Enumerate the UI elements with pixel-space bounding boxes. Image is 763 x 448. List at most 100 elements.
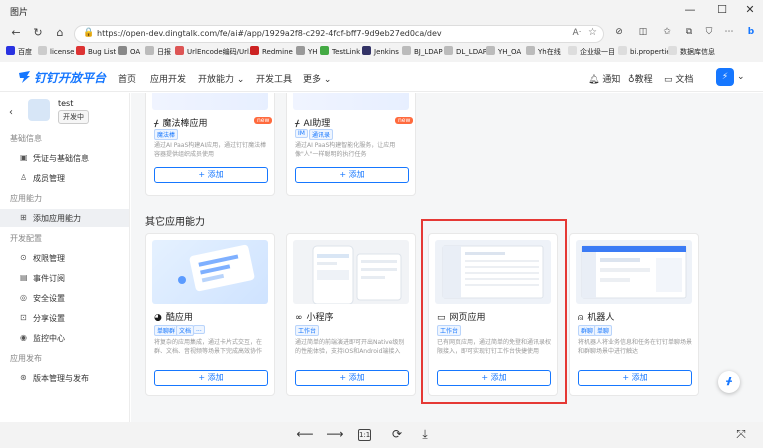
card-tag: 单聊群 (154, 325, 179, 336)
nav-app-dev[interactable]: 应用开发 (150, 72, 186, 85)
nav-dev-tools[interactable]: 开发工具 (256, 72, 292, 85)
add-button[interactable]: + 添加 (295, 370, 409, 386)
bookmark-item[interactable]: 企业级一目 (568, 46, 615, 57)
capability-card-mini-program[interactable]: ∞ 小程序 工作台 通过简单的前端演进即可开出Native级别的性能体验，支持iO… (286, 233, 416, 396)
url-text: https://open-dev.dingtalk.com/fe/ai#/app… (97, 29, 442, 38)
card-thumbnail (152, 240, 268, 304)
bookmark-item[interactable]: UrlEncode编码/Url... (175, 46, 256, 57)
refresh-icon[interactable]: ↻ (30, 26, 46, 42)
previous-icon[interactable]: ⟵ (296, 427, 314, 443)
card-description: 将机器人将业务信息和任务在钉钉单聊场景和群聊场景中进行触达 (578, 339, 693, 355)
add-button[interactable]: + 添加 (154, 370, 268, 386)
card-description: 通过AI PaaS构建智能化服务，让应用像"人"一样聪明的执行任务 (295, 142, 396, 158)
bookmark-item[interactable]: BJ_LDAP (402, 46, 443, 56)
bookmark-item[interactable]: OA (118, 46, 140, 56)
bookmark-item[interactable]: Yh在线 (526, 46, 561, 57)
dingtalk-logo-icon (19, 71, 30, 83)
section-title: 其它应用能力 (145, 217, 205, 228)
sidebar-item-events[interactable]: ▤ 事件订阅 (0, 269, 129, 287)
add-button[interactable]: + 添加 (295, 167, 409, 183)
back-icon[interactable]: ← (8, 26, 24, 42)
bookmark-item[interactable]: Bug List (76, 46, 116, 56)
dingtalk-logo[interactable]: 钉钉开放平台 (18, 69, 106, 86)
card-title: ᚋ 魔法棒应用 (154, 119, 208, 129)
cool-app-illustration (178, 244, 255, 292)
nav-home[interactable]: 首页 (118, 72, 136, 85)
highlight-annotation-box (421, 219, 567, 404)
robot-illustration (581, 245, 687, 299)
sidebar-item-add-capability[interactable]: ⊞ 添加应用能力 (0, 209, 129, 227)
event-icon: ▤ (20, 273, 28, 282)
add-button[interactable]: + 添加 (578, 370, 692, 386)
bookmark-item[interactable]: YH_OA (486, 46, 521, 56)
shield-icon: ◎ (20, 293, 27, 302)
card-title: ∞ 小程序 (295, 313, 334, 323)
bookmark-item[interactable]: YH (296, 46, 318, 56)
sidebar-item-members[interactable]: ♙ 成员管理 (0, 169, 129, 187)
docs-link[interactable]: ▭ 文档 (664, 72, 693, 85)
capability-card-ai-assistant[interactable]: ᚋ AI助理 new IM 通讯录 通过AI PaaS构建智能化服务，让应用像"人… (286, 93, 416, 196)
bookmark-item[interactable]: Redmine (250, 46, 293, 56)
doc-icon: ▭ (664, 75, 673, 85)
sidebar-item-monitor[interactable]: ◉ 监控中心 (0, 329, 129, 347)
close-button[interactable]: ✕ (740, 3, 760, 19)
app-page: 钉钉开放平台 首页 应用开发 开放能力 ⌄ 开发工具 更多 ⌄ 🔔︎ 通知 ♁教… (0, 62, 763, 422)
maximize-button[interactable]: ☐ (712, 3, 732, 19)
ai-assistant-float-button[interactable]: ᚋ (718, 371, 740, 393)
sidebar-item-credentials[interactable]: ▣ 凭证与基础信息 (0, 149, 129, 167)
user-avatar-button[interactable]: ⚡︎ (716, 68, 734, 86)
capability-card-robot[interactable]: ⍝ 机器人 群聊 单聊 将机器人将业务信息和任务在钉钉单聊场景和群聊场景中进行触达… (569, 233, 699, 396)
add-button[interactable]: + 添加 (154, 167, 268, 183)
download-icon[interactable]: ⤓ (416, 427, 434, 443)
bookmark-item[interactable]: DL_LDAP (444, 46, 487, 56)
bookmark-item[interactable]: Jenkins (362, 46, 399, 56)
bookmarks-bar: 百度 license Bug List OA 日报 UrlEncode编码/Ur… (0, 46, 763, 60)
rotate-icon[interactable]: ⟳ (388, 427, 406, 443)
notify-link[interactable]: 🔔︎ 通知 (588, 72, 620, 85)
bookmark-item[interactable]: license (38, 46, 74, 56)
fullscreen-icon[interactable]: ⤧ (732, 427, 750, 443)
sidebar-item-security[interactable]: ◎ 安全设置 (0, 289, 129, 307)
card-thumbnail (576, 240, 692, 304)
bing-icon[interactable]: b (744, 27, 758, 41)
bookmark-item[interactable]: 数据库信息 (668, 46, 715, 57)
card-tag: IM (295, 129, 308, 138)
ai-icon: ᚋ (295, 119, 300, 129)
home-icon[interactable]: ⌂ (52, 26, 68, 42)
back-chevron-icon[interactable]: ‹ (9, 107, 13, 118)
bookmark-item[interactable]: 百度 (6, 46, 32, 57)
sidebar: ‹ test 开发中 基础信息 ▣ 凭证与基础信息 ♙ 成员管理 应用能力 ⊞ 添加应… (0, 93, 130, 422)
app-avatar (28, 99, 50, 121)
minimize-button[interactable]: — (680, 3, 700, 19)
card-description: 通过简单的前端演进即可开出Native级别的性能体验，支持iOS和Android… (295, 339, 405, 355)
tutorial-link[interactable]: ♁教程 (628, 72, 653, 85)
favorites-icon[interactable]: ✩ (660, 27, 674, 41)
nav-open-capability[interactable]: 开放能力 ⌄ (198, 72, 244, 85)
bookmark-item[interactable]: bi.properties (618, 46, 674, 56)
sidebar-item-release[interactable]: ⊛ 版本管理与发布 (0, 369, 129, 387)
bookmark-item[interactable]: TestLink (320, 46, 360, 56)
robot-icon: ⍝ (578, 313, 584, 323)
split-screen-icon[interactable]: ◫ (636, 27, 650, 41)
next-icon[interactable]: ⟶ (326, 427, 344, 443)
sidebar-item-share[interactable]: ⊡ 分享设置 (0, 309, 129, 327)
app-header: 钉钉开放平台 首页 应用开发 开放能力 ⌄ 开发工具 更多 ⌄ 🔔︎ 通知 ♁教… (0, 62, 763, 92)
viewer-title-bar: 图片 — ☐ ✕ (0, 0, 763, 22)
capability-card-cool-app[interactable]: ◕ 酷应用 单聊群 文档 ... 将复杂的应用集成，通过卡片式交互，在群、文档、音… (145, 233, 275, 396)
capability-card-magic[interactable]: ᚋ 魔法棒应用 new 魔法棒 通过AI PaaS构建AI应用，通过钉钉魔法棒容器… (145, 93, 275, 196)
read-aloud-icon[interactable]: Aᐧ (573, 28, 581, 38)
card-tag: 文档 (176, 325, 195, 336)
bookmark-item[interactable]: 日报 (145, 46, 171, 57)
sidebar-item-permissions[interactable]: ⊙ 权限管理 (0, 249, 129, 267)
more-menu-icon[interactable]: ⋯ (722, 27, 736, 41)
address-bar[interactable]: 🔒 https://open-dev.dingtalk.com/fe/ai#/a… (74, 25, 604, 43)
favorite-star-icon[interactable]: ☆ (588, 27, 597, 38)
link-icon: ∞ (295, 313, 303, 323)
extension-icon[interactable]: ⊘ (612, 27, 626, 41)
actual-size-button[interactable]: 1:1 (358, 429, 371, 441)
shield-icon[interactable]: ⛉ (702, 27, 716, 41)
chevron-down-icon[interactable]: ⌄ (737, 72, 745, 82)
cool-app-icon: ◕ (154, 313, 162, 323)
collections-icon[interactable]: ⧉ (682, 27, 696, 41)
nav-more[interactable]: 更多 ⌄ (303, 72, 331, 85)
